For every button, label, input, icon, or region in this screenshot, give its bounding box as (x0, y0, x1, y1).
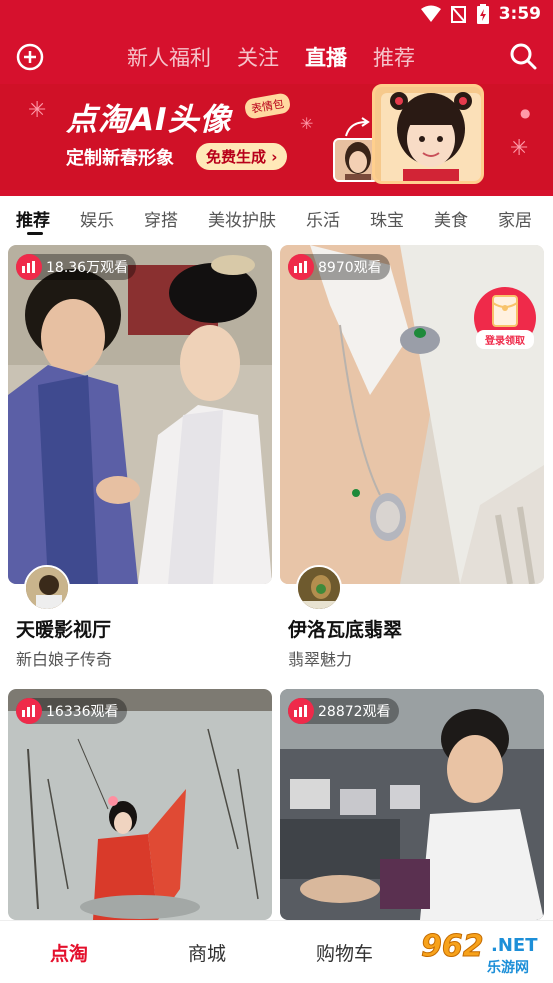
category-bar: 推荐 娱乐 穿搭 美妆护肤 乐活 珠宝 美食 家居 (0, 196, 553, 240)
tab-live[interactable]: 直播 (305, 42, 347, 72)
live-card[interactable]: 28872观看 (280, 689, 544, 920)
live-card[interactable]: 16336观看 (8, 689, 272, 920)
viewer-badge: 8970观看 (288, 254, 390, 280)
category-tab-outfit[interactable]: 穿搭 (144, 206, 178, 231)
watermark-label: 乐游网 (487, 960, 529, 976)
live-bars-icon (16, 698, 42, 724)
bottom-nav-diantao[interactable]: 点淘 (50, 939, 88, 966)
category-tab-lifestyle[interactable]: 乐活 (306, 206, 340, 231)
category-active-indicator (27, 232, 43, 235)
bottom-nav-cart[interactable]: 购物车 (316, 939, 373, 966)
top-nav-tabs: 新人福利 关注 直播 推荐 (127, 42, 415, 72)
login-reward-coupon[interactable]: 登录领取 (474, 287, 536, 353)
tab-recommend[interactable]: 推荐 (373, 42, 415, 72)
viewer-badge: 28872观看 (288, 698, 399, 724)
live-feed: 18.36万观看 天暖影视厅 新白娘子传奇 8970观看 登录领取 伊洛瓦底翡翠… (0, 240, 553, 920)
add-icon[interactable] (16, 43, 44, 71)
coupon-label: 登录领取 (476, 330, 534, 349)
viewer-count: 16336观看 (46, 704, 119, 720)
battery-icon (476, 4, 489, 24)
live-cover-image: 28872观看 (280, 689, 544, 920)
top-nav: 新人福利 关注 直播 推荐 (0, 36, 553, 80)
live-card[interactable]: 18.36万观看 天暖影视厅 新白娘子传奇 (8, 245, 272, 677)
viewer-count: 8970观看 (318, 260, 382, 276)
search-icon[interactable] (509, 42, 537, 70)
streamer-name: 天暖影视厅 (16, 619, 112, 641)
category-tab-recommend[interactable]: 推荐 (16, 206, 50, 231)
watermark-number: 962 (421, 929, 485, 965)
free-generate-button[interactable]: 免费生成 › (196, 143, 288, 170)
sparkle-icon: ● (520, 106, 531, 120)
avatar-after-image (372, 84, 484, 184)
category-tab-jewelry[interactable]: 珠宝 (370, 206, 404, 231)
category-tab-food[interactable]: 美食 (434, 206, 468, 231)
category-tab-home[interactable]: 家居 (498, 206, 532, 231)
live-card[interactable]: 8970观看 登录领取 伊洛瓦底翡翠 翡翠魅力 (280, 245, 544, 677)
live-cover-image: 8970观看 登录领取 (280, 245, 544, 584)
sparkle-icon: ✳ (300, 114, 314, 133)
live-topic: 翡翠魅力 (288, 650, 353, 669)
watermark-net: .NET (491, 935, 538, 956)
red-envelope-icon (492, 295, 518, 327)
tab-welfare[interactable]: 新人福利 (127, 42, 211, 72)
live-cover-image: 16336观看 (8, 689, 272, 920)
viewer-count: 28872观看 (318, 704, 391, 720)
status-time: 3:59 (498, 4, 541, 24)
arrow-icon (345, 117, 370, 137)
tab-follow[interactable]: 关注 (237, 42, 279, 72)
wifi-icon (420, 5, 441, 22)
bottom-nav-mall[interactable]: 商城 (188, 939, 226, 966)
streamer-name: 伊洛瓦底翡翠 (288, 619, 403, 641)
header: 3:59 新人福利 关注 直播 推荐 ✳ ✳ ✳ ● 点淘AI头像 表情包 定制… (0, 0, 553, 196)
live-bars-icon (288, 254, 314, 280)
live-bars-icon (16, 254, 42, 280)
status-icons: 3:59 (420, 4, 541, 24)
bottom-nav: 点淘 商城 购物车 962 .NET 乐游网 (0, 920, 553, 983)
viewer-badge: 18.36万观看 (16, 254, 137, 280)
category-tabs: 推荐 娱乐 穿搭 美妆护肤 乐活 珠宝 美食 家居 (16, 206, 532, 231)
sparkle-icon: ✳ (28, 98, 47, 123)
viewer-count: 18.36万观看 (46, 260, 129, 276)
promo-banner[interactable]: ✳ ✳ ✳ ● 点淘AI头像 表情包 定制新春形象 免费生成 › (0, 84, 553, 190)
site-watermark-logo: 962 .NET 乐游网 (415, 929, 547, 977)
no-signal-icon (450, 6, 466, 23)
streamer-avatar[interactable] (24, 565, 70, 611)
category-tab-entertainment[interactable]: 娱乐 (80, 206, 114, 231)
live-topic: 新白娘子传奇 (16, 650, 113, 669)
live-bars-icon (288, 698, 314, 724)
app-root: 3:59 新人福利 关注 直播 推荐 ✳ ✳ ✳ ● 点淘AI头像 表情包 定制… (0, 0, 553, 983)
streamer-avatar[interactable] (296, 565, 342, 611)
category-tab-beauty[interactable]: 美妆护肤 (208, 206, 276, 231)
sparkle-icon: ✳ (510, 136, 529, 161)
status-bar: 3:59 (0, 0, 553, 32)
live-cover-image: 18.36万观看 (8, 245, 272, 584)
viewer-badge: 16336观看 (16, 698, 127, 724)
banner-title: 点淘AI头像 (66, 102, 232, 138)
banner-subtitle: 定制新春形象 (66, 148, 174, 169)
